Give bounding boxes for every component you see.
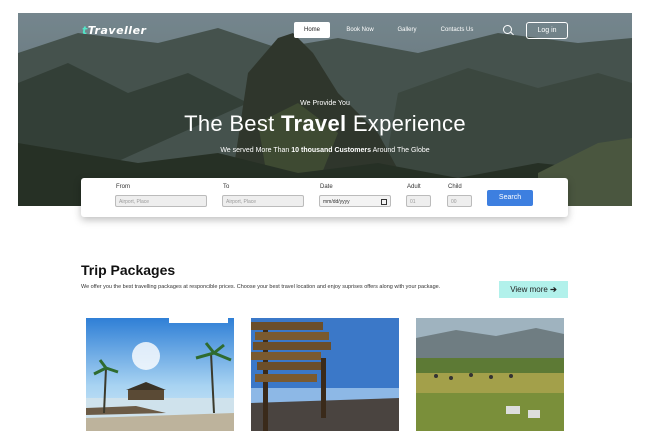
subtitle-part-2: 10 thousand Customers: [291, 147, 372, 154]
from-label: From: [116, 184, 130, 190]
subtitle-part-1: We served More Than: [220, 147, 290, 154]
top-nav: Home Book Now Gallery Contacts Us Log in: [18, 22, 632, 39]
hero-pretitle: We Provide You: [300, 100, 350, 107]
booking-form: From Airport, Place To Airport, Place Da…: [81, 178, 568, 217]
section-title: Trip Packages: [81, 262, 176, 278]
headline-part-2: Travel: [280, 111, 347, 136]
nav-book-now[interactable]: Book Now: [338, 22, 382, 38]
view-more-label: View more: [510, 285, 548, 294]
date-value: mm/dd/yyyy: [323, 199, 350, 205]
subtitle-part-3: Around The Globe: [372, 147, 430, 154]
hero-subtitle: We served More Than 10 thousand Customer…: [18, 147, 632, 154]
date-input[interactable]: mm/dd/yyyy: [319, 195, 391, 207]
arrow-right-icon: ➔: [550, 285, 557, 294]
card-tag: [169, 318, 228, 323]
beach-image: [86, 318, 234, 431]
nav-home[interactable]: Home: [294, 22, 330, 38]
hero-headline: The Best Travel Experience: [18, 111, 632, 137]
safari-plains-image: [416, 318, 564, 431]
package-card-beach[interactable]: [86, 318, 234, 431]
to-input[interactable]: Airport, Place: [222, 195, 304, 207]
to-label: To: [223, 184, 230, 190]
calendar-icon[interactable]: [381, 199, 387, 205]
headline-part-1: The Best: [184, 111, 275, 136]
section-description: We offer you the best travelling package…: [81, 284, 441, 290]
package-card-safari[interactable]: [416, 318, 564, 431]
adult-input[interactable]: 01: [406, 195, 431, 207]
adult-label: Adult: [407, 184, 421, 190]
from-input[interactable]: Airport, Place: [115, 195, 207, 207]
login-button[interactable]: Log in: [526, 22, 568, 39]
nav-contacts[interactable]: Contacts Us: [432, 22, 482, 38]
kilimanjaro-signpost-image: [251, 318, 399, 431]
package-card-kilimanjaro[interactable]: [251, 318, 399, 431]
nav-gallery[interactable]: Gallery: [390, 22, 424, 38]
date-label: Date: [320, 184, 333, 190]
child-input[interactable]: 00: [447, 195, 472, 207]
view-more-button[interactable]: View more ➔: [499, 281, 568, 298]
headline-part-3: Experience: [352, 111, 466, 136]
search-icon[interactable]: [503, 25, 512, 34]
search-button[interactable]: Search: [487, 190, 533, 206]
child-label: Child: [448, 184, 462, 190]
